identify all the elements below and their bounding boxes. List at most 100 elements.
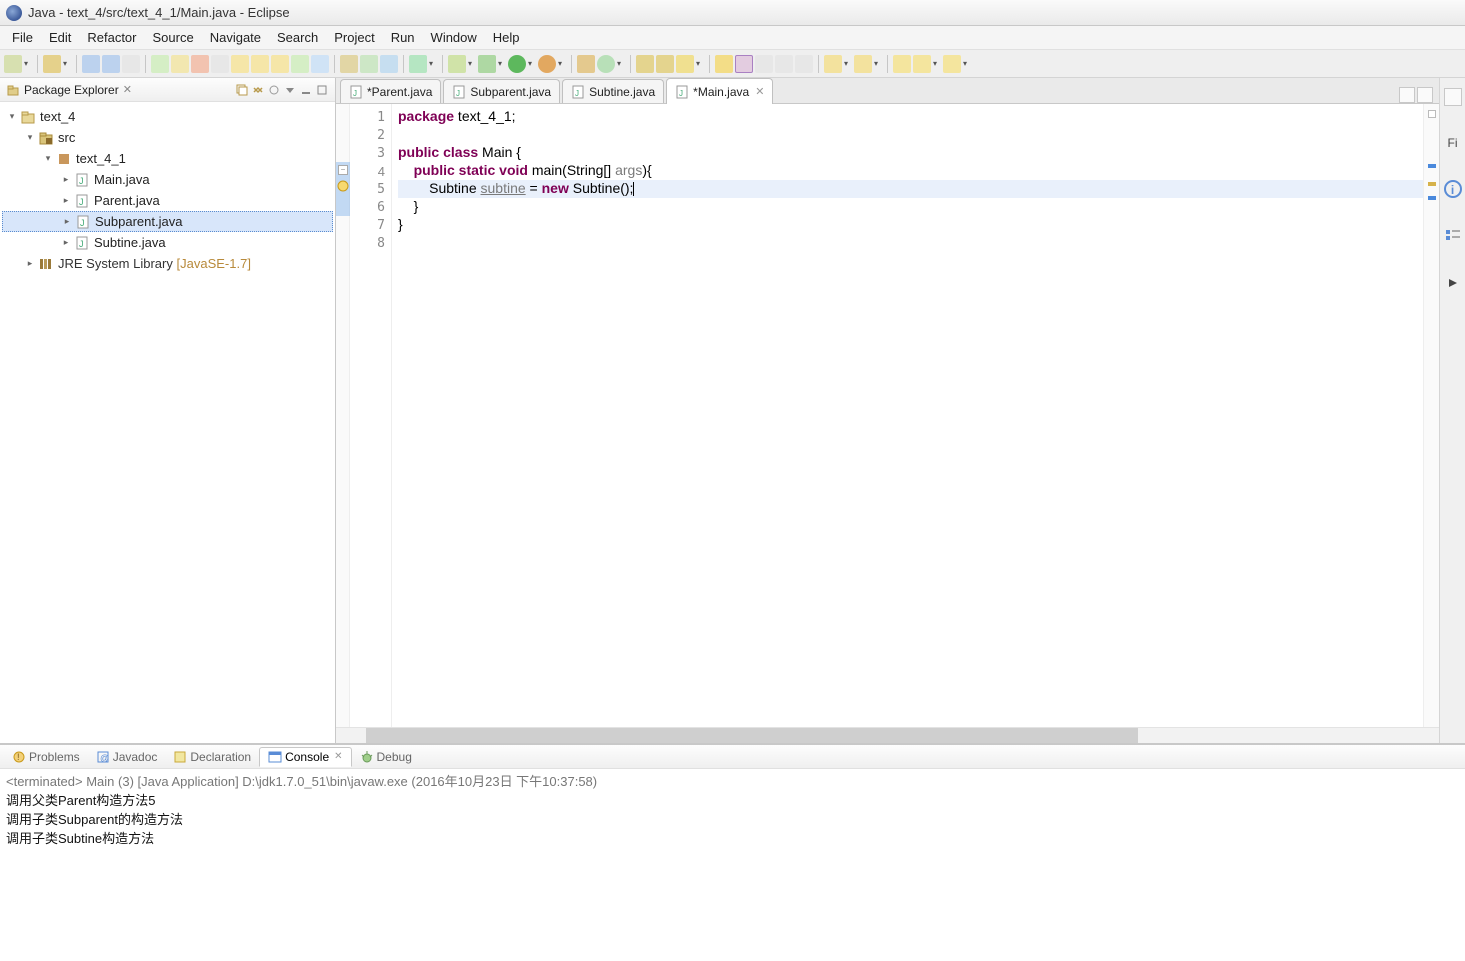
show-whitespace-button[interactable] — [755, 55, 773, 73]
drop-to-frame-button[interactable] — [291, 55, 309, 73]
menu-edit[interactable]: Edit — [41, 28, 79, 47]
toggle-mark-button[interactable] — [715, 55, 733, 73]
editor-tab-main[interactable]: J *Main.java ✕ — [666, 78, 773, 104]
debug-button[interactable] — [448, 55, 466, 73]
next-annotation-button[interactable] — [824, 55, 842, 73]
new-java-package-button[interactable] — [360, 55, 378, 73]
package-explorer-tree[interactable]: ▾ text_4 ▾ src ▾ text_4_1 ▸ J Main.java … — [0, 102, 335, 743]
maximize-editor-icon[interactable] — [1417, 87, 1433, 103]
marker-trim-icon[interactable] — [1446, 276, 1460, 290]
collapse-icon[interactable]: ▸ — [24, 258, 36, 270]
console-tab[interactable]: Console ✕ — [259, 747, 351, 767]
open-task-button[interactable] — [636, 55, 654, 73]
overview-ruler[interactable] — [1423, 104, 1439, 727]
code-editor[interactable]: package text_4_1; public class Main { pu… — [392, 104, 1423, 727]
build-dropdown-icon[interactable]: ▾ — [617, 59, 625, 68]
open-resource-button[interactable] — [656, 55, 674, 73]
save-button[interactable] — [82, 55, 100, 73]
skip-breakpoints-button[interactable] — [409, 55, 427, 73]
tree-file-main[interactable]: ▸ J Main.java — [2, 169, 333, 190]
prev-annotation-dropdown-icon[interactable]: ▾ — [874, 59, 882, 68]
editor-horizontal-scrollbar[interactable] — [336, 727, 1439, 743]
fold-toggle-icon[interactable]: − — [338, 165, 348, 175]
new-button[interactable] — [4, 55, 22, 73]
restore-icon[interactable] — [1444, 88, 1462, 106]
print-button[interactable] — [122, 55, 140, 73]
back-button[interactable] — [913, 55, 931, 73]
save-all-button[interactable] — [102, 55, 120, 73]
search-button[interactable] — [676, 55, 694, 73]
build-button[interactable] — [597, 55, 615, 73]
minimize-view-icon[interactable] — [299, 83, 313, 97]
collapse-icon[interactable]: ▸ — [61, 216, 73, 228]
step-into-button[interactable] — [231, 55, 249, 73]
menu-source[interactable]: Source — [145, 28, 202, 47]
run-button[interactable] — [478, 55, 496, 73]
prev-annotation-button[interactable] — [854, 55, 872, 73]
menu-search[interactable]: Search — [269, 28, 326, 47]
coverage-dropdown-icon[interactable]: ▾ — [558, 59, 566, 68]
collapse-icon[interactable]: ▸ — [60, 174, 72, 186]
maximize-view-icon[interactable] — [315, 83, 329, 97]
new-project-button[interactable] — [577, 55, 595, 73]
step-filters-button[interactable] — [311, 55, 329, 73]
coverage-button[interactable] — [538, 55, 556, 73]
step-over-button[interactable] — [251, 55, 269, 73]
open-project-dropdown-icon[interactable]: ▾ — [63, 59, 71, 68]
back-dropdown-icon[interactable]: ▾ — [933, 59, 941, 68]
forward-button[interactable] — [943, 55, 961, 73]
menu-run[interactable]: Run — [383, 28, 423, 47]
tree-package[interactable]: ▾ text_4_1 — [2, 148, 333, 169]
editor-tab-parent[interactable]: J *Parent.java — [340, 79, 441, 103]
close-tab-icon[interactable]: ✕ — [755, 85, 764, 98]
editor-tab-subtine[interactable]: J Subtine.java — [562, 79, 664, 103]
suspend-button[interactable] — [171, 55, 189, 73]
open-project-button[interactable] — [43, 55, 61, 73]
close-view-icon[interactable]: ✕ — [334, 751, 342, 762]
tree-jre-library[interactable]: ▸ JRE System Library [JavaSE-1.7] — [2, 253, 333, 274]
menu-project[interactable]: Project — [326, 28, 382, 47]
toggle-breadcrumb-button[interactable] — [735, 55, 753, 73]
tree-project[interactable]: ▾ text_4 — [2, 106, 333, 127]
warning-marker-icon[interactable] — [337, 180, 349, 192]
search-dropdown-icon[interactable]: ▾ — [696, 59, 704, 68]
close-view-icon[interactable]: ✕ — [123, 83, 132, 96]
menu-help[interactable]: Help — [485, 28, 528, 47]
line-number-gutter[interactable]: 1 2 3 −4 5 6 7 8 — [350, 104, 392, 727]
view-menu-icon[interactable] — [283, 83, 297, 97]
focus-task-icon[interactable] — [267, 83, 281, 97]
disconnect-button[interactable] — [211, 55, 229, 73]
link-editor-icon[interactable] — [251, 83, 265, 97]
open-type-button[interactable] — [340, 55, 358, 73]
expand-icon[interactable]: ▾ — [6, 111, 18, 123]
run-last-button[interactable] — [508, 55, 526, 73]
tree-src[interactable]: ▾ src — [2, 127, 333, 148]
show-annotations-button[interactable] — [795, 55, 813, 73]
collapse-icon[interactable]: ▸ — [60, 195, 72, 207]
forward-dropdown-icon[interactable]: ▾ — [963, 59, 971, 68]
tree-file-subparent[interactable]: ▸ J Subparent.java — [2, 211, 333, 232]
debug-tab[interactable]: Debug — [352, 748, 420, 766]
findbar-trim-item[interactable]: Fi — [1448, 136, 1458, 150]
skip-breakpoints-dropdown-icon[interactable]: ▾ — [429, 59, 437, 68]
new-dropdown-icon[interactable]: ▾ — [24, 59, 32, 68]
menu-refactor[interactable]: Refactor — [79, 28, 144, 47]
toggle-block-selection-button[interactable] — [775, 55, 793, 73]
collapse-all-icon[interactable] — [235, 83, 249, 97]
terminate-button[interactable] — [191, 55, 209, 73]
collapse-icon[interactable]: ▸ — [60, 237, 72, 249]
tree-file-subtine[interactable]: ▸ J Subtine.java — [2, 232, 333, 253]
console-output[interactable]: <terminated> Main (3) [Java Application]… — [0, 769, 1465, 961]
resume-button[interactable] — [151, 55, 169, 73]
info-icon[interactable]: i — [1444, 180, 1462, 198]
annotation-ruler[interactable] — [336, 104, 350, 727]
last-edit-button[interactable] — [893, 55, 911, 73]
outline-trim-icon[interactable] — [1444, 228, 1462, 246]
tree-file-parent[interactable]: ▸ J Parent.java — [2, 190, 333, 211]
declaration-tab[interactable]: Declaration — [165, 748, 259, 766]
expand-icon[interactable]: ▾ — [42, 153, 54, 165]
new-java-class-button[interactable] — [380, 55, 398, 73]
run-dropdown-icon[interactable]: ▾ — [498, 59, 506, 68]
menu-window[interactable]: Window — [423, 28, 485, 47]
step-return-button[interactable] — [271, 55, 289, 73]
